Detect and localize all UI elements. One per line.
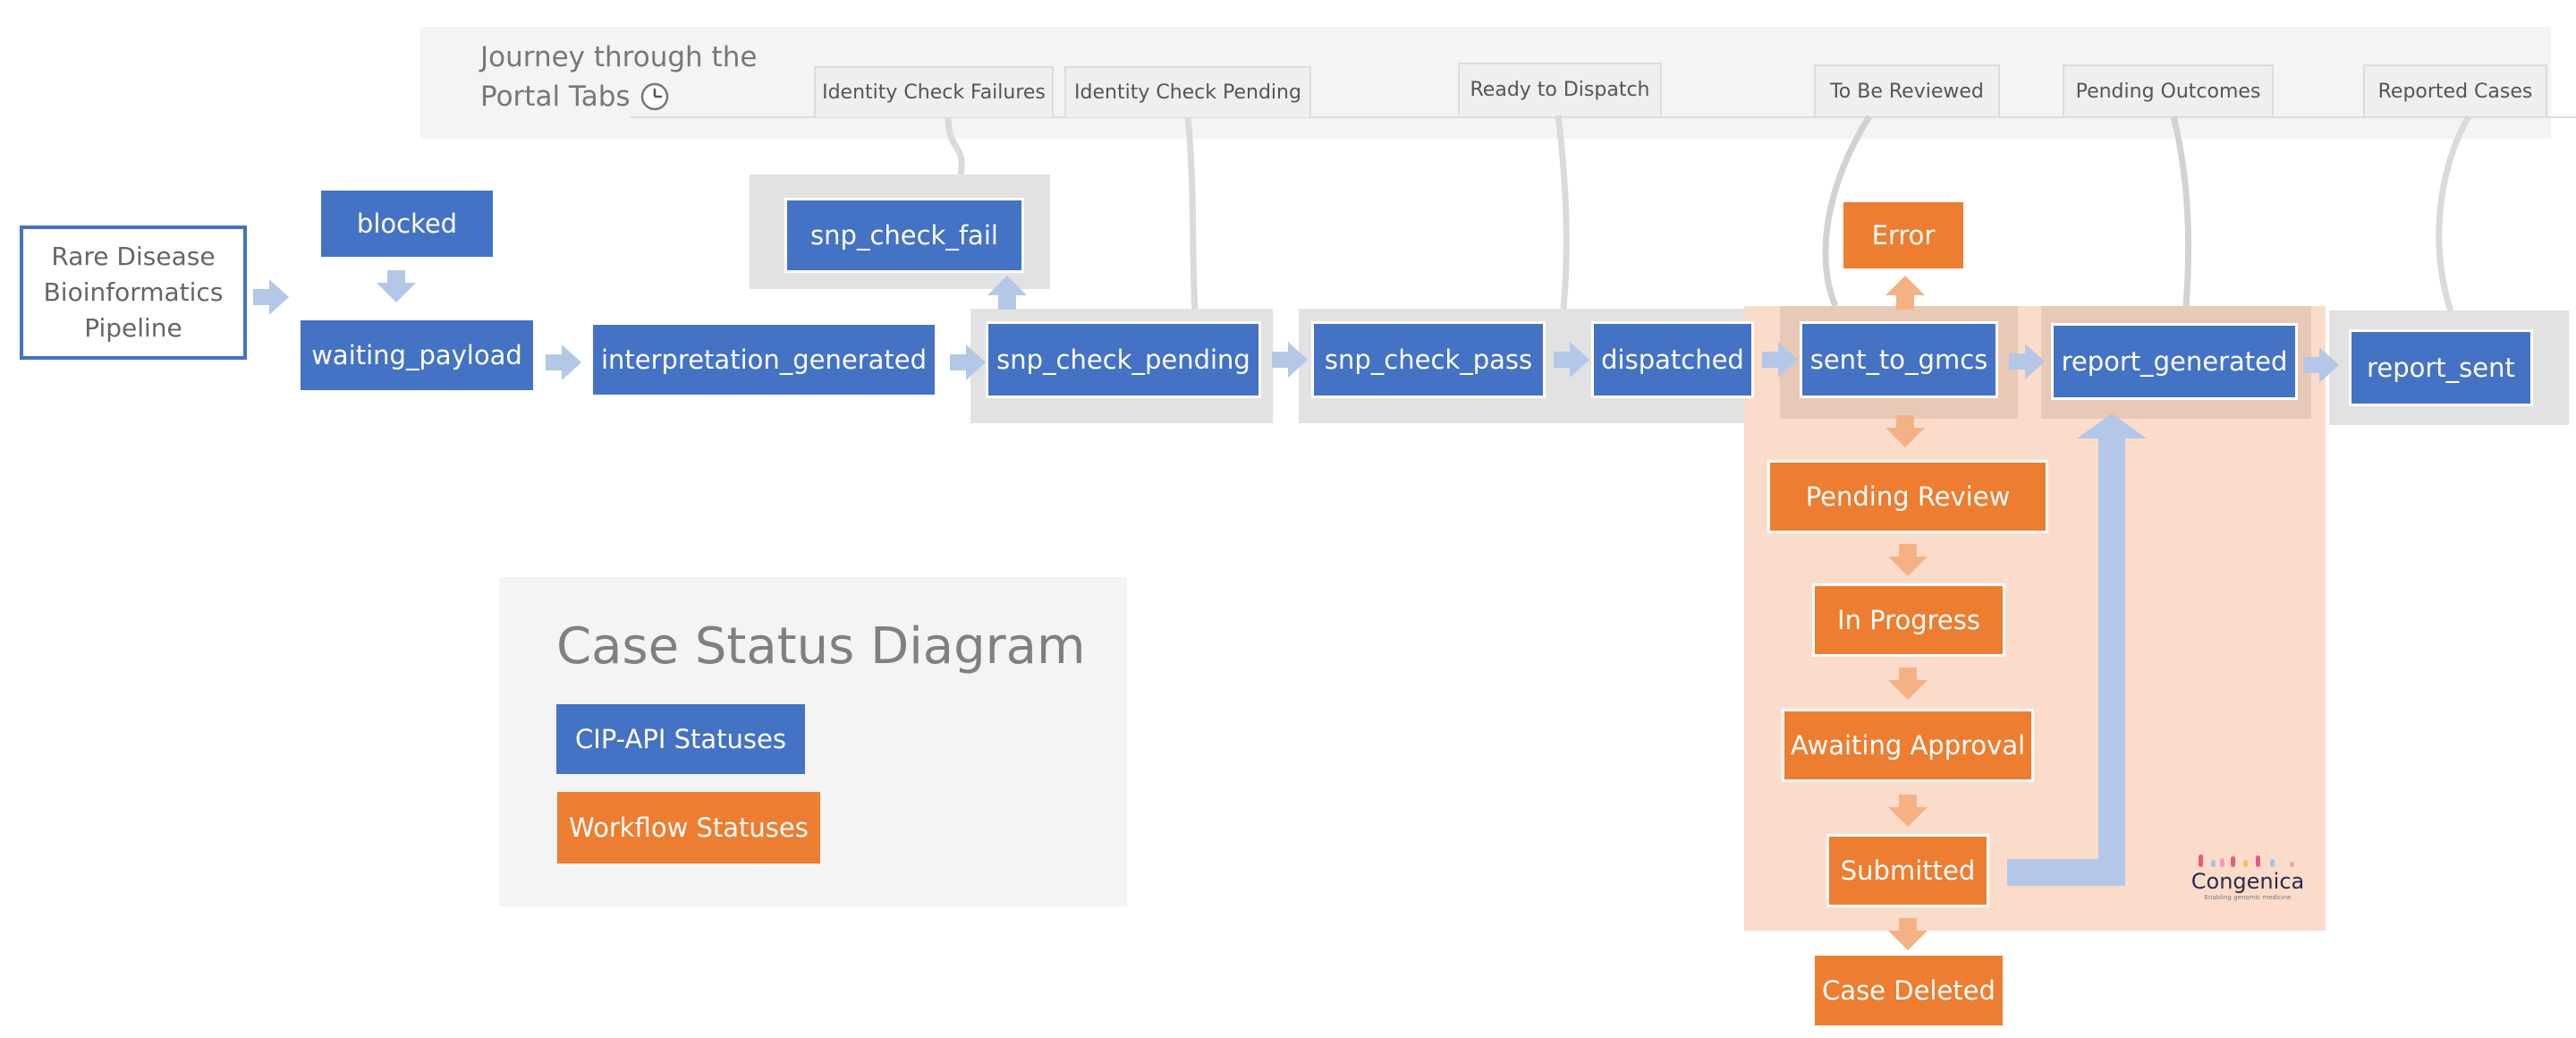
legend-title: Case Status Diagram <box>556 617 1086 676</box>
status-submitted[interactable]: Submitted <box>1826 834 1989 907</box>
status-report-generated[interactable]: report_generated <box>2051 323 2298 400</box>
status-interpretation-generated[interactable]: interpretation_generated <box>590 322 937 397</box>
logo-dots-icon <box>2190 855 2306 869</box>
status-snp-check-pending[interactable]: snp_check_pending <box>986 321 1261 398</box>
status-pending-review[interactable]: Pending Review <box>1767 460 2048 533</box>
congenica-logo: Congenica Enabling genomic medicine <box>2190 855 2306 908</box>
status-snp-check-fail[interactable]: snp_check_fail <box>784 198 1024 273</box>
legend-cip-statuses: CIP-API Statuses <box>556 704 805 774</box>
legend-workflow-statuses: Workflow Statuses <box>557 792 820 864</box>
status-sent-to-gmcs[interactable]: sent_to_gmcs <box>1800 321 1998 398</box>
status-waiting-payload[interactable]: waiting_payload <box>298 318 536 393</box>
logo-tagline: Enabling genomic medicine <box>2204 894 2292 901</box>
legend-panel: Case Status Diagram CIP-API Statuses Wor… <box>499 577 1127 906</box>
pipeline-label: Rare Disease Bioinformatics Pipeline <box>43 242 224 343</box>
status-awaiting-approval[interactable]: Awaiting Approval <box>1782 709 2034 782</box>
status-dispatched[interactable]: dispatched <box>1591 321 1754 398</box>
pipeline-box: Rare Disease Bioinformatics Pipeline <box>20 225 247 360</box>
status-error[interactable]: Error <box>1843 202 1963 268</box>
status-case-deleted[interactable]: Case Deleted <box>1815 956 2003 1025</box>
status-in-progress[interactable]: In Progress <box>1812 583 2005 657</box>
arrow-pipeline-to-waiting <box>253 279 289 315</box>
status-snp-check-pass[interactable]: snp_check_pass <box>1311 321 1546 398</box>
logo-text: Congenica <box>2190 869 2305 894</box>
status-report-sent[interactable]: report_sent <box>2349 329 2533 406</box>
status-blocked[interactable]: blocked <box>318 188 496 260</box>
